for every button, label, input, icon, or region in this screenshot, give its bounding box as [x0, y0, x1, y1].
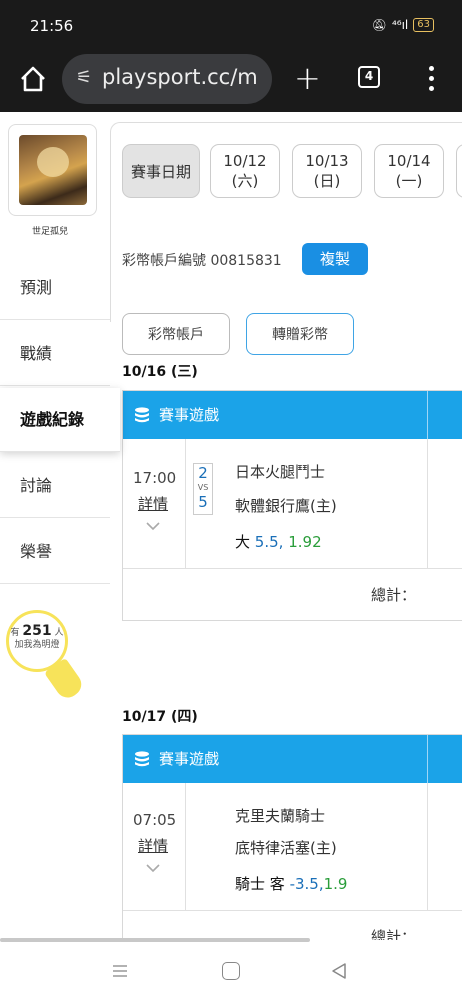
sidebar-item-honor[interactable]: 榮譽	[0, 520, 110, 584]
pick-odds: 1.9	[323, 875, 348, 893]
horizontal-scrollbar[interactable]	[0, 938, 310, 942]
site-settings-icon[interactable]: ⚟	[76, 67, 92, 88]
system-nav-bar	[0, 944, 462, 1000]
team-away: 克里夫蘭騎士	[235, 807, 326, 825]
account-number: 彩幣帳戶編號 00815831	[122, 253, 282, 269]
date-text: 10/12	[223, 152, 267, 170]
divider	[427, 783, 428, 910]
date-button[interactable]: 10/13 (日)	[292, 144, 362, 198]
sidebar: 世足孤兒 預測 戰績 遊戲紀錄 討論 榮譽 有 251 人 加我為明燈	[0, 112, 120, 940]
browser-toolbar: ⚟ playsport.cc/m + 4	[0, 50, 462, 112]
pick-text: 騎士 客	[235, 875, 285, 893]
status-time: 21:56	[30, 17, 74, 35]
card-header-title: 賽事遊戲	[159, 406, 220, 424]
pick: 大 5.5, 1.92	[235, 531, 322, 552]
home-icon[interactable]	[18, 64, 48, 94]
details-link[interactable]: 詳情	[138, 835, 168, 856]
weekday-text: (一)	[395, 172, 423, 190]
date-filter-label[interactable]: 賽事日期	[122, 144, 200, 198]
avatar-image	[19, 135, 87, 205]
team-home: 底特律活塞(主)	[235, 839, 337, 857]
table-row: 07:05 詳情 克里夫蘭騎士 底特律活塞(主) 騎士 客 -3.5,1.9	[123, 783, 462, 911]
pick: 騎士 客 -3.5,1.9	[235, 873, 347, 894]
sidebar-item-record[interactable]: 戰績	[0, 322, 110, 386]
divider	[427, 735, 428, 783]
card-header: 賽事遊戲	[123, 391, 462, 439]
battery-icon: 63	[413, 18, 434, 32]
status-bar: 21:56 🔕︎ ⁴⁶ıl 63	[0, 0, 462, 50]
total-label: 總計：	[371, 586, 417, 604]
total-row: 總計：	[123, 911, 462, 940]
more-menu-icon[interactable]	[424, 64, 438, 94]
team-home: 軟體銀行鷹(主)	[235, 497, 337, 515]
table-row: 17:00 詳情 2 VS 5 日本火腿鬥士 軟體銀行鷹(主) 大 5.5, 1…	[123, 439, 462, 569]
date-button[interactable]: 10/14 (一)	[374, 144, 444, 198]
mute-icon: 🔕︎	[371, 18, 387, 32]
vs-label: VS	[193, 483, 213, 493]
game-card: 賽事遊戲 17:00 詳情 2 VS 5 日本火腿鬥士 軟體銀行鷹(主) 大 5…	[122, 390, 462, 621]
sidebar-item-game-log[interactable]: 遊戲紀錄	[0, 388, 120, 452]
date-button-partial[interactable]	[456, 144, 462, 198]
divider	[185, 783, 186, 910]
status-icons: 🔕︎ ⁴⁶ıl 63	[372, 18, 434, 32]
back-icon[interactable]	[330, 962, 348, 980]
date-button[interactable]: 10/12 (六)	[210, 144, 280, 198]
main-content: 賽事日期 10/12 (六) 10/13 (日) 10/14 (一) 彩幣帳戶編…	[110, 112, 462, 940]
divider	[427, 439, 428, 568]
pick-separator: ,	[278, 533, 284, 551]
pick-odds: 1.92	[288, 533, 322, 551]
beacon-count: 有 251 人 加我為明燈	[6, 610, 68, 672]
card-header: 賽事遊戲	[123, 735, 462, 783]
date-text: 10/13	[305, 152, 349, 170]
game-time: 07:05	[133, 811, 177, 829]
date-text: 10/14	[387, 152, 431, 170]
pick-line: 5.5	[254, 533, 279, 551]
score-home: 2	[193, 463, 213, 483]
beacon-widget[interactable]: 有 251 人 加我為明燈	[6, 610, 86, 703]
pick-line: -3.5	[289, 875, 319, 893]
coin-account-button[interactable]: 彩幣帳戶	[122, 313, 230, 355]
pick-text: 大	[235, 533, 251, 551]
address-bar[interactable]: ⚟ playsport.cc/m	[62, 54, 272, 104]
details-link[interactable]: 詳情	[138, 493, 168, 514]
home-nav-icon[interactable]	[222, 962, 240, 980]
game-time: 17:00	[133, 469, 177, 487]
weekday-text: (六)	[231, 172, 259, 190]
url-text: playsport.cc/m	[102, 65, 258, 89]
score-away: 5	[193, 493, 213, 515]
chevron-down-icon[interactable]	[145, 521, 161, 531]
divider	[427, 391, 428, 439]
total-row: 總計：	[123, 569, 462, 619]
avatar[interactable]	[8, 124, 97, 216]
database-icon	[135, 407, 149, 423]
total-label: 總計：	[371, 928, 417, 940]
day-label: 10/16 (三)	[122, 364, 198, 380]
divider	[185, 439, 186, 568]
sidebar-item-discussion[interactable]: 討論	[0, 454, 110, 518]
sidebar-item-predict[interactable]: 預測	[0, 256, 110, 320]
tab-switcher-button[interactable]: 4	[358, 66, 380, 88]
database-icon	[135, 751, 149, 767]
weekday-text: (日)	[313, 172, 341, 190]
transfer-coins-button[interactable]: 轉贈彩幣	[246, 313, 354, 355]
recents-icon[interactable]	[112, 964, 128, 978]
card-header-title: 賽事遊戲	[159, 750, 220, 768]
username: 世足孤兒	[31, 227, 68, 237]
game-card: 賽事遊戲 07:05 詳情 克里夫蘭騎士 底特律活塞(主) 騎士 客 -3.5,…	[122, 734, 462, 940]
day-label: 10/17 (四)	[122, 709, 198, 725]
team-away: 日本火腿鬥士	[235, 463, 326, 481]
signal-icon: ⁴⁶ıl	[391, 18, 409, 32]
copy-button[interactable]: 複製	[302, 243, 368, 275]
new-tab-icon[interactable]: +	[294, 60, 321, 96]
chevron-down-icon[interactable]	[145, 863, 161, 873]
